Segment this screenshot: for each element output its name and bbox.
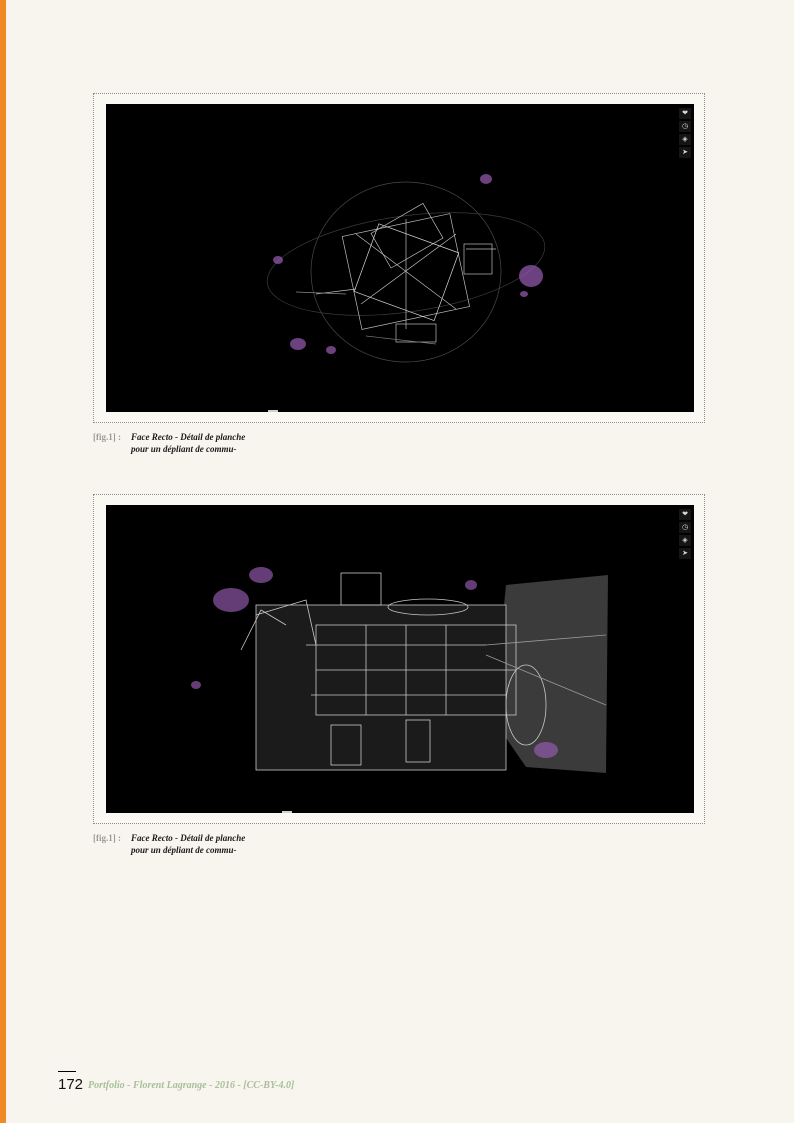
figure-1-frame: ❤ ◷ ◈ ➤ <box>93 93 705 423</box>
heart-icon[interactable]: ❤ <box>679 509 691 520</box>
caption-text: Face Recto - Détail de planche pour un d… <box>131 832 291 856</box>
send-icon[interactable]: ➤ <box>679 147 691 158</box>
timeline-handle[interactable] <box>282 811 292 813</box>
footer-credit: Portfolio - Florent Lagrange - 2016 - [C… <box>88 1080 295 1091</box>
page-number: 172 <box>58 1076 84 1093</box>
wireframe-render-1 <box>266 174 546 363</box>
layers-icon[interactable]: ◈ <box>679 535 691 546</box>
3d-viewer-2[interactable]: ❤ ◷ ◈ ➤ <box>106 505 694 813</box>
viewer-toolbar: ❤ ◷ ◈ ➤ <box>679 108 691 158</box>
caption-line-1: Face Recto - Détail de planche <box>131 833 246 843</box>
timeline-handle[interactable] <box>268 410 278 412</box>
caption-line-2: pour un dépliant de commu- <box>131 845 237 855</box>
caption-line-1: Face Recto - Détail de planche <box>131 432 246 442</box>
figure-label: [fig.1] : <box>93 833 121 843</box>
caption-text: Face Recto - Détail de planche pour un d… <box>131 431 291 455</box>
clock-icon[interactable]: ◷ <box>679 121 691 132</box>
caption-line-2: pour un dépliant de commu- <box>131 444 237 454</box>
accent-bar <box>0 0 6 1123</box>
figure-label: [fig.1] : <box>93 432 121 442</box>
viewer-toolbar: ❤ ◷ ◈ ➤ <box>679 509 691 559</box>
3d-viewer-1[interactable]: ❤ ◷ ◈ ➤ <box>106 104 694 412</box>
layers-icon[interactable]: ◈ <box>679 134 691 145</box>
footer-rule <box>58 1071 76 1072</box>
figure-2-frame: ❤ ◷ ◈ ➤ <box>93 494 705 824</box>
heart-icon[interactable]: ❤ <box>679 108 691 119</box>
clock-icon[interactable]: ◷ <box>679 522 691 533</box>
wireframe-render-2 <box>191 567 608 773</box>
send-icon[interactable]: ➤ <box>679 548 691 559</box>
